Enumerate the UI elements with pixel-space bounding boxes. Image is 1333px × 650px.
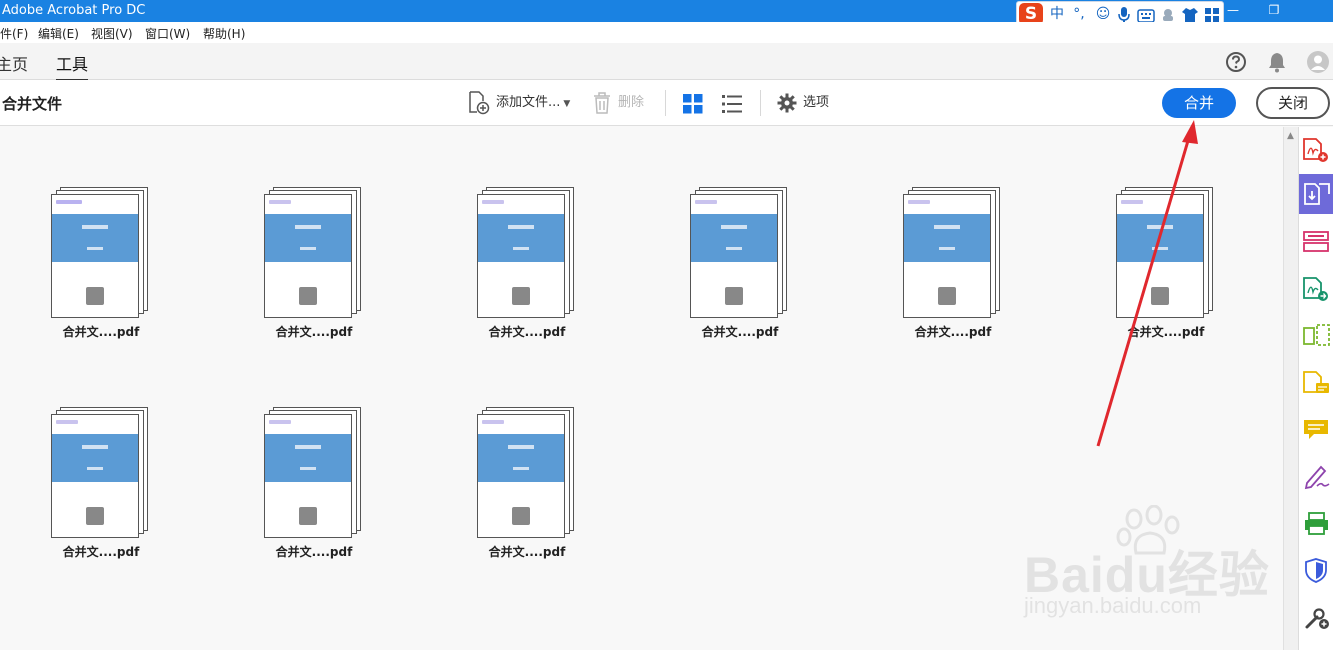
edit-pdf-icon[interactable] xyxy=(1299,315,1333,355)
file-item[interactable]: 合并文....pdf xyxy=(252,407,392,567)
comment-icon[interactable] xyxy=(1299,409,1333,449)
file-thumbnail xyxy=(264,407,364,539)
file-thumbnail xyxy=(690,187,790,319)
file-thumbnail xyxy=(51,407,151,539)
file-name: 合并文....pdf xyxy=(275,545,353,559)
file-name: 合并文....pdf xyxy=(701,325,779,339)
more-tools-icon[interactable] xyxy=(1299,597,1333,637)
combine-files-icon[interactable] xyxy=(1299,174,1333,214)
menu-help[interactable]: 帮助(H) xyxy=(203,25,245,42)
export-pdf-icon[interactable] xyxy=(1299,268,1333,308)
file-thumbnail xyxy=(903,187,1003,319)
file-name: 合并文....pdf xyxy=(62,325,140,339)
sign-icon[interactable] xyxy=(1299,456,1333,496)
file-thumbnail xyxy=(477,407,577,539)
file-grid: 合并文....pdf 合并文....pdf 合并文....pdf 合并文....… xyxy=(0,127,1283,650)
gear-icon[interactable] xyxy=(777,93,797,117)
print-production-icon[interactable] xyxy=(1299,503,1333,543)
menu-view[interactable]: 视图(V) xyxy=(91,25,133,42)
ime-mode-label[interactable]: 中 xyxy=(1048,5,1066,23)
file-name: 合并文....pdf xyxy=(1127,325,1205,339)
tab-tools[interactable]: 工具 xyxy=(56,51,89,81)
tools-rail xyxy=(1298,127,1333,650)
trash-icon xyxy=(593,92,611,118)
file-name: 合并文....pdf xyxy=(62,545,140,559)
file-name: 合并文....pdf xyxy=(914,325,992,339)
add-files-label: 添加文件... xyxy=(496,95,561,110)
file-item[interactable]: 合并文....pdf xyxy=(39,187,179,347)
file-name: 合并文....pdf xyxy=(275,325,353,339)
add-files-button[interactable]: 添加文件... ▼ xyxy=(496,93,570,113)
help-icon[interactable] xyxy=(1225,51,1247,77)
minimize-button[interactable]: — xyxy=(1225,3,1241,17)
file-name: 合并文....pdf xyxy=(488,325,566,339)
chevron-down-icon: ▼ xyxy=(563,99,571,109)
file-thumbnail xyxy=(1116,187,1216,319)
file-thumbnail xyxy=(51,187,151,319)
merge-button[interactable]: 合并 xyxy=(1162,88,1236,118)
close-button[interactable]: 关闭 xyxy=(1256,87,1330,119)
ime-punctuation-label[interactable]: °, xyxy=(1070,5,1088,23)
fill-sign-icon[interactable] xyxy=(1299,362,1333,402)
tabs-bar: 主页 工具 xyxy=(0,43,1333,81)
window-title: Adobe Acrobat Pro DC xyxy=(2,3,146,18)
combine-toolbar: 合并文件 添加文件... ▼ 删除 选项 合并 关闭 xyxy=(0,80,1333,126)
thumbnail-view-icon[interactable] xyxy=(683,94,703,118)
tab-home[interactable]: 主页 xyxy=(0,51,28,75)
file-item[interactable]: 合并文....pdf xyxy=(465,407,605,567)
file-item[interactable]: 合并文....pdf xyxy=(39,407,179,567)
file-item[interactable]: 合并文....pdf xyxy=(891,187,1031,347)
organize-pages-icon[interactable] xyxy=(1299,221,1333,261)
scroll-up-arrow-icon[interactable]: ▲ xyxy=(1287,131,1294,141)
file-item[interactable]: 合并文....pdf xyxy=(678,187,818,347)
restore-button[interactable]: ❐ xyxy=(1266,3,1282,17)
menu-edit[interactable]: 编辑(E) xyxy=(38,25,79,42)
list-view-icon[interactable] xyxy=(722,94,742,118)
menu-window[interactable]: 窗口(W) xyxy=(145,25,190,42)
options-button[interactable]: 选项 xyxy=(803,93,829,113)
menu-bar: 件(F) 编辑(E) 视图(V) 窗口(W) 帮助(H) xyxy=(0,22,1333,43)
vertical-scrollbar[interactable]: ▲ xyxy=(1283,127,1298,650)
menu-file[interactable]: 件(F) xyxy=(0,25,28,42)
file-thumbnail xyxy=(477,187,577,319)
file-name: 合并文....pdf xyxy=(488,545,566,559)
add-file-icon[interactable] xyxy=(468,91,490,119)
emoji-icon[interactable]: ☺ xyxy=(1094,5,1112,23)
user-avatar-icon[interactable] xyxy=(1306,50,1330,78)
notifications-bell-icon[interactable] xyxy=(1267,51,1287,77)
file-item[interactable]: 合并文....pdf xyxy=(465,187,605,347)
toolbar-divider xyxy=(665,90,666,116)
toolbar-divider xyxy=(760,90,761,116)
protect-icon[interactable] xyxy=(1299,550,1333,590)
page-title: 合并文件 xyxy=(2,95,63,113)
file-item[interactable]: 合并文....pdf xyxy=(252,187,392,347)
delete-button[interactable]: 删除 xyxy=(618,93,644,113)
file-thumbnail xyxy=(264,187,364,319)
file-item[interactable]: 合并文....pdf xyxy=(1104,187,1244,347)
create-pdf-icon[interactable] xyxy=(1299,129,1333,169)
